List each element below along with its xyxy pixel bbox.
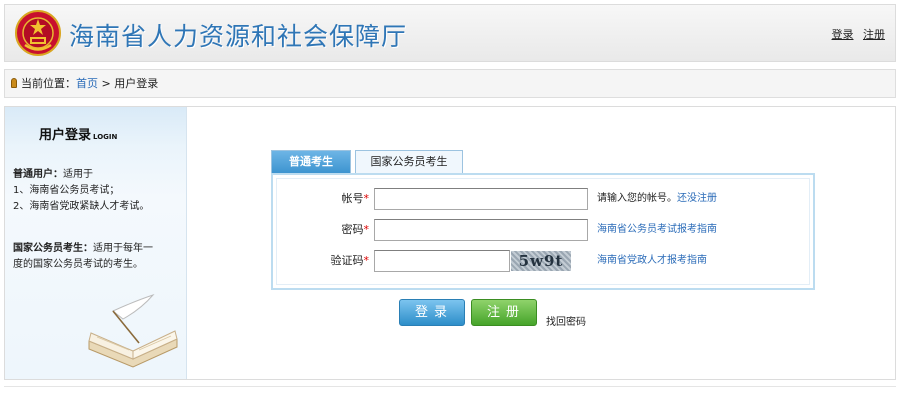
password-required-mark: *	[363, 223, 370, 236]
register-button[interactable]: 注册	[471, 299, 537, 326]
civil-exam-guide-link[interactable]: 海南省公务员考试报考指南	[597, 219, 717, 241]
national-emblem-icon	[15, 10, 61, 56]
login-form: 帐号* 请输入您的帐号。还没注册 密码* 海南省公务员考试报考指南 验证码* 5…	[271, 173, 815, 290]
account-input[interactable]	[374, 188, 588, 210]
normal-user-heading: 普通用户：	[13, 169, 63, 180]
normal-user-desc: 适用于	[63, 169, 93, 180]
sidebar-title-text: 用户登录	[39, 128, 92, 143]
site-header: 海南省人力资源和社会保障厅 登录 注册	[4, 4, 896, 62]
normal-user-info: 普通用户：适用于 1、海南省公务员考试； 2、海南省党政紧缺人才考试。	[13, 167, 183, 215]
sidebar-title: 用户登录 LOGIN	[39, 124, 117, 143]
sidebar-title-en: LOGIN	[93, 133, 118, 141]
breadcrumb-prefix: 当前位置：	[21, 77, 76, 90]
tab-national-civil-servant[interactable]: 国家公务员考生	[355, 150, 463, 173]
captcha-required-mark: *	[363, 254, 370, 267]
password-label: 密码*	[277, 219, 370, 241]
top-register-link[interactable]: 注册	[863, 28, 885, 41]
login-panel: 用户登录 LOGIN 普通用户：适用于 1、海南省公务员考试； 2、海南省党政紧缺…	[4, 106, 896, 380]
top-login-link[interactable]: 登录	[832, 28, 854, 41]
password-row: 密码* 海南省公务员考试报考指南	[277, 219, 817, 243]
breadcrumb-current: 用户登录	[114, 77, 159, 90]
captcha-label: 验证码*	[277, 250, 370, 272]
find-password-link[interactable]: 找回密码	[546, 313, 586, 328]
location-pin-icon	[11, 78, 17, 88]
login-form-inner: 帐号* 请输入您的帐号。还没注册 密码* 海南省公务员考试报考指南 验证码* 5…	[276, 178, 810, 285]
account-label-text: 帐号	[341, 192, 364, 205]
account-row: 帐号* 请输入您的帐号。还没注册	[277, 188, 817, 212]
breadcrumb: 当前位置：首页 > 用户登录	[4, 69, 896, 98]
login-button[interactable]: 登录	[399, 299, 465, 326]
civil-servant-info: 国家公务员考生：适用于每年一 度的国家公务员考试的考生。	[13, 241, 183, 273]
captcha-label-text: 验证码	[330, 254, 364, 267]
tab-normal-candidate[interactable]: 普通考生	[271, 150, 351, 173]
account-label: 帐号*	[277, 188, 370, 210]
normal-user-item-1: 1、海南省公务员考试；	[13, 185, 120, 196]
captcha-row: 验证码* 5w9t 海南省党政人才报考指南	[277, 250, 817, 274]
site-title: 海南省人力资源和社会保障厅	[69, 22, 408, 51]
breadcrumb-separator: >	[98, 77, 115, 90]
password-input[interactable]	[374, 219, 588, 241]
footer-divider	[4, 386, 896, 387]
captcha-input[interactable]	[374, 250, 510, 272]
account-required-mark: *	[363, 192, 370, 205]
civil-desc-2: 度的国家公务员考试的考生。	[13, 259, 143, 270]
top-links: 登录 注册	[826, 26, 886, 42]
breadcrumb-home-link[interactable]: 首页	[76, 77, 98, 90]
captcha-image[interactable]: 5w9t	[511, 251, 571, 271]
civil-desc-1: 适用于每年一	[93, 243, 153, 254]
civil-heading: 国家公务员考生：	[13, 243, 93, 254]
not-registered-link[interactable]: 还没注册	[677, 193, 717, 204]
account-hint: 请输入您的帐号。还没注册	[597, 188, 717, 210]
normal-user-item-2: 2、海南省党政紧缺人才考试。	[13, 201, 150, 212]
login-sidebar: 用户登录 LOGIN 普通用户：适用于 1、海南省公务员考试； 2、海南省党政紧缺…	[5, 107, 187, 379]
password-label-text: 密码	[341, 223, 364, 236]
account-hint-text: 请输入您的帐号。	[597, 193, 677, 204]
talent-exam-guide-link[interactable]: 海南省党政人才报考指南	[597, 250, 707, 272]
book-quill-icon	[88, 293, 178, 368]
